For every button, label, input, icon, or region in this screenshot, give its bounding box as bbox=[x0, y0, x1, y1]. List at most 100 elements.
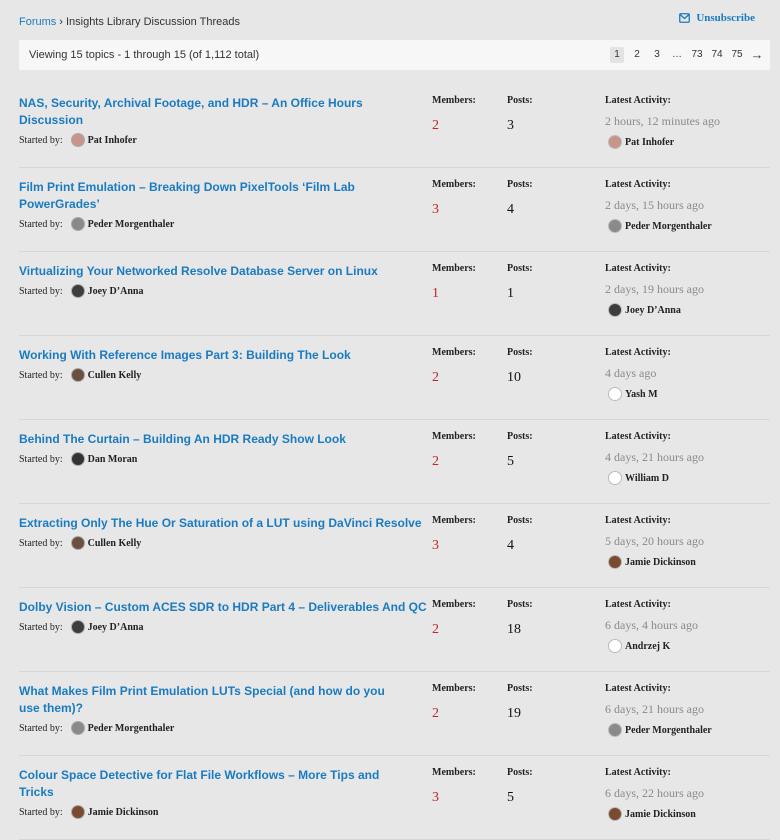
starter-avatar[interactable] bbox=[70, 368, 85, 382]
pagination-page-75[interactable]: 75 bbox=[730, 47, 744, 63]
topic-title-link[interactable]: Dolby Vision – Custom ACES SDR to HDR Pa… bbox=[19, 599, 437, 616]
latest-user-avatar[interactable] bbox=[608, 135, 622, 149]
posts-count: 4 bbox=[507, 538, 514, 553]
members-count: 2 bbox=[432, 706, 439, 721]
unsubscribe-button[interactable]: Unsubscribe bbox=[679, 12, 755, 24]
latest-user-avatar[interactable] bbox=[608, 723, 622, 737]
starter-avatar[interactable] bbox=[70, 721, 85, 735]
topic-title-link[interactable]: Film Print Emulation – Breaking Down Pix… bbox=[19, 179, 399, 213]
posts-label: Posts: bbox=[507, 515, 533, 526]
topic-starter: Started by: Joey D’Anna bbox=[19, 284, 143, 298]
starter-name-link[interactable]: Pat Inhofer bbox=[88, 135, 137, 146]
latest-user-name-link[interactable]: Peder Morgenthaler bbox=[625, 221, 712, 232]
breadcrumb: Forums › Insights Library Discussion Threa… bbox=[19, 16, 240, 28]
members-label: Members: bbox=[432, 263, 476, 274]
posts-label: Posts: bbox=[507, 179, 533, 190]
posts-count: 5 bbox=[507, 454, 514, 469]
topic-title-link[interactable]: What Makes Film Print Emulation LUTs Spe… bbox=[19, 683, 399, 717]
starter-name-link[interactable]: Joey D’Anna bbox=[88, 622, 144, 633]
latest-activity-time-link[interactable]: 6 days, 4 hours ago bbox=[605, 618, 698, 633]
latest-activity-label: Latest Activity: bbox=[605, 263, 671, 274]
latest-activity-time-link[interactable]: 4 days, 21 hours ago bbox=[605, 450, 704, 465]
latest-user-name-link[interactable]: Pat Inhofer bbox=[625, 137, 674, 148]
topic-title-link[interactable]: NAS, Security, Archival Footage, and HDR… bbox=[19, 95, 399, 129]
members-label: Members: bbox=[432, 431, 476, 442]
members-label: Members: bbox=[432, 515, 476, 526]
pagination-page-2[interactable]: 2 bbox=[630, 47, 644, 63]
pagination-bar: Viewing 15 topics - 1 through 15 (of 1,1… bbox=[19, 40, 770, 70]
starter-avatar[interactable] bbox=[70, 536, 85, 550]
starter-avatar[interactable] bbox=[70, 805, 85, 819]
latest-activity-label: Latest Activity: bbox=[605, 95, 671, 106]
starter-avatar[interactable] bbox=[70, 620, 85, 634]
starter-name-link[interactable]: Cullen Kelly bbox=[88, 370, 142, 381]
pagination-next-arrow-icon[interactable]: → bbox=[750, 47, 764, 63]
starter-avatar[interactable] bbox=[70, 217, 85, 231]
starter-avatar[interactable] bbox=[70, 133, 85, 147]
topic-starter: Started by: Cullen Kelly bbox=[19, 536, 141, 550]
latest-activity-time-link[interactable]: 2 hours, 12 minutes ago bbox=[605, 114, 720, 129]
latest-user-avatar[interactable] bbox=[608, 219, 622, 233]
starter-name-link[interactable]: Peder Morgenthaler bbox=[88, 723, 175, 734]
latest-activity-time-link[interactable]: 6 days, 21 hours ago bbox=[605, 702, 704, 717]
started-by-label: Started by: bbox=[19, 722, 63, 734]
posts-count: 10 bbox=[507, 370, 521, 385]
latest-activity-user: William D bbox=[608, 471, 669, 485]
latest-user-avatar[interactable] bbox=[608, 387, 622, 401]
topic-starter: Started by: Joey D’Anna bbox=[19, 620, 143, 634]
latest-activity-label: Latest Activity: bbox=[605, 347, 671, 358]
starter-name-link[interactable]: Joey D’Anna bbox=[88, 286, 144, 297]
started-by-label: Started by: bbox=[19, 537, 63, 549]
latest-activity-time-link[interactable]: 5 days, 20 hours ago bbox=[605, 534, 704, 549]
topic-row: Film Print Emulation – Breaking Down Pix… bbox=[19, 168, 770, 252]
starter-name-link[interactable]: Jamie Dickinson bbox=[88, 807, 159, 818]
latest-user-name-link[interactable]: Yash M bbox=[625, 389, 658, 400]
latest-user-name-link[interactable]: William D bbox=[625, 473, 669, 484]
topic-starter: Started by: Cullen Kelly bbox=[19, 368, 141, 382]
latest-user-name-link[interactable]: Andrzej K bbox=[625, 641, 670, 652]
topic-title-link[interactable]: Extracting Only The Hue Or Saturation of… bbox=[19, 515, 437, 532]
topic-title-link[interactable]: Working With Reference Images Part 3: Bu… bbox=[19, 347, 437, 364]
members-count: 2 bbox=[432, 454, 439, 469]
members-count: 2 bbox=[432, 370, 439, 385]
latest-user-name-link[interactable]: Jamie Dickinson bbox=[625, 557, 696, 568]
pagination-current-page: 1 bbox=[610, 47, 624, 63]
members-count: 1 bbox=[432, 286, 439, 301]
topic-row: NAS, Security, Archival Footage, and HDR… bbox=[19, 84, 770, 168]
posts-label: Posts: bbox=[507, 767, 533, 778]
topic-row: What Makes Film Print Emulation LUTs Spe… bbox=[19, 672, 770, 756]
topic-title-link[interactable]: Colour Space Detective for Flat File Wor… bbox=[19, 767, 399, 801]
pagination-page-3[interactable]: 3 bbox=[650, 47, 664, 63]
starter-name-link[interactable]: Peder Morgenthaler bbox=[88, 219, 175, 230]
members-label: Members: bbox=[432, 179, 476, 190]
latest-activity-time-link[interactable]: 6 days, 22 hours ago bbox=[605, 786, 704, 801]
started-by-label: Started by: bbox=[19, 369, 63, 381]
starter-name-link[interactable]: Dan Moran bbox=[88, 454, 138, 465]
latest-user-avatar[interactable] bbox=[608, 303, 622, 317]
pagination-page-74[interactable]: 74 bbox=[710, 47, 724, 63]
posts-label: Posts: bbox=[507, 263, 533, 274]
starter-name-link[interactable]: Cullen Kelly bbox=[88, 538, 142, 549]
latest-activity-time-link[interactable]: 2 days, 15 hours ago bbox=[605, 198, 704, 213]
breadcrumb-forums-link[interactable]: Forums bbox=[19, 16, 56, 28]
topic-list: NAS, Security, Archival Footage, and HDR… bbox=[19, 84, 770, 840]
latest-user-avatar[interactable] bbox=[608, 555, 622, 569]
topic-title-link[interactable]: Virtualizing Your Networked Resolve Data… bbox=[19, 263, 437, 280]
latest-user-name-link[interactable]: Joey D’Anna bbox=[625, 305, 681, 316]
latest-user-name-link[interactable]: Peder Morgenthaler bbox=[625, 725, 712, 736]
latest-activity-time-link[interactable]: 2 days, 19 hours ago bbox=[605, 282, 704, 297]
latest-activity-label: Latest Activity: bbox=[605, 179, 671, 190]
latest-user-avatar[interactable] bbox=[608, 471, 622, 485]
posts-count: 19 bbox=[507, 706, 521, 721]
latest-user-avatar[interactable] bbox=[608, 807, 622, 821]
latest-activity-user: Jamie Dickinson bbox=[608, 555, 696, 569]
latest-user-name-link[interactable]: Jamie Dickinson bbox=[625, 809, 696, 820]
latest-user-avatar[interactable] bbox=[608, 639, 622, 653]
members-label: Members: bbox=[432, 95, 476, 106]
breadcrumb-current: Insights Library Discussion Threads bbox=[65, 16, 240, 28]
latest-activity-time-link[interactable]: 4 days ago bbox=[605, 366, 656, 381]
topic-title-link[interactable]: Behind The Curtain – Building An HDR Rea… bbox=[19, 431, 437, 448]
starter-avatar[interactable] bbox=[70, 284, 85, 298]
starter-avatar[interactable] bbox=[70, 452, 85, 466]
pagination-page-73[interactable]: 73 bbox=[690, 47, 704, 63]
